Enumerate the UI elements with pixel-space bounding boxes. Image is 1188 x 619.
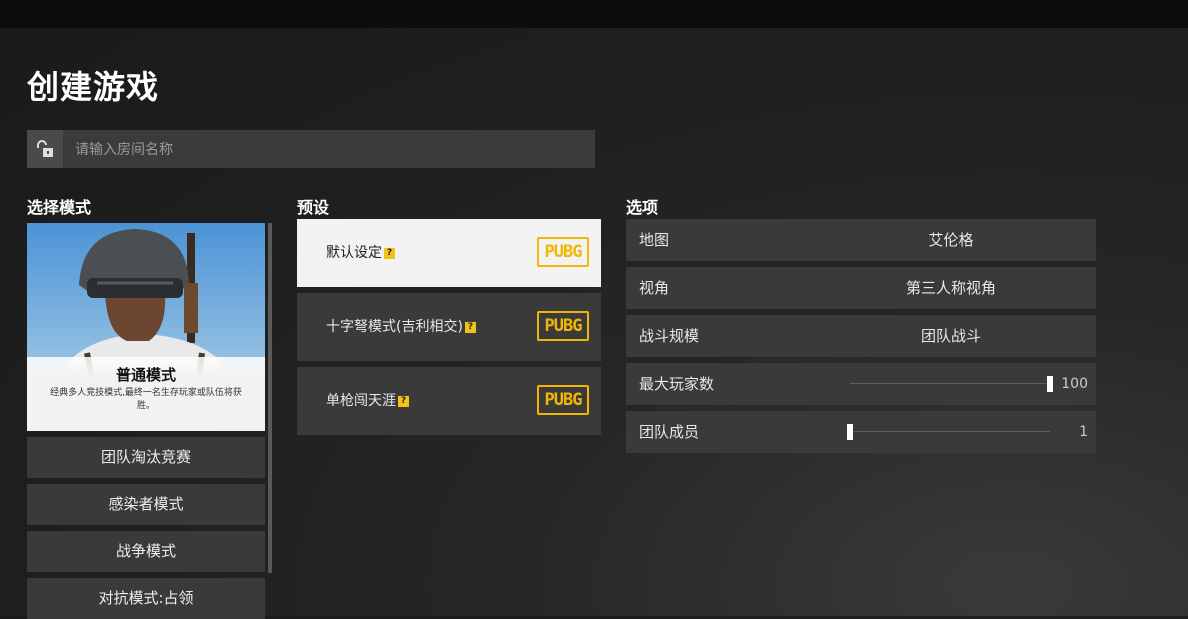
- question-icon[interactable]: ?: [464, 321, 476, 333]
- option-label: 最大玩家数: [639, 375, 715, 393]
- team-size-slider-thumb[interactable]: [847, 424, 853, 440]
- option-label: 地图: [639, 231, 670, 249]
- mode-item-war[interactable]: 战争模式: [27, 531, 265, 572]
- unlocked-lock-icon: [37, 140, 53, 157]
- preset-default[interactable]: 默认设定? PUBG: [297, 219, 601, 287]
- mode-list-scrollbar[interactable]: [268, 223, 272, 573]
- mode-section-title: 选择模式: [27, 198, 92, 217]
- preset-label: 十字弩模式(吉利相交): [326, 319, 463, 335]
- mode-card-description: 经典多人竞技模式,最终一名生存玩家或队伍将获胜。: [50, 388, 242, 411]
- max-players-slider-track[interactable]: [850, 383, 1050, 384]
- mode-card-name: 普通模式: [115, 366, 176, 384]
- page-title: 创建游戏: [27, 68, 160, 106]
- room-name-input[interactable]: [73, 130, 577, 170]
- mode-card-classic[interactable]: 普通模式 经典多人竞技模式,最终一名生存玩家或队伍将获胜。: [27, 223, 265, 431]
- option-max-players: 最大玩家数 100: [626, 363, 1096, 405]
- option-team-size: 团队成员 1: [626, 411, 1096, 453]
- question-icon[interactable]: ?: [398, 395, 409, 407]
- pubg-logo: PUBG: [537, 237, 589, 267]
- preset-crossbow[interactable]: 十字弩模式(吉利相交)? PUBG: [297, 293, 601, 361]
- option-value: 第三人称视角: [905, 279, 996, 297]
- mode-item-infection[interactable]: 感染者模式: [27, 484, 265, 525]
- max-players-value: 100: [1061, 376, 1088, 392]
- option-perspective[interactable]: 视角 第三人称视角: [626, 267, 1096, 309]
- pubg-logo: PUBG: [537, 385, 589, 415]
- option-value: 艾伦格: [928, 231, 974, 249]
- option-label: 视角: [639, 279, 670, 297]
- preset-label: 单枪闯天涯: [326, 393, 396, 409]
- preset-label: 默认设定: [326, 245, 382, 261]
- team-size-value: 1: [1079, 424, 1088, 440]
- preset-lone-gun[interactable]: 单枪闯天涯? PUBG: [297, 367, 601, 435]
- option-map[interactable]: 地图 艾伦格: [626, 219, 1096, 261]
- room-name-field[interactable]: [27, 130, 595, 170]
- top-bar: [0, 0, 1188, 28]
- option-label: 团队成员: [639, 423, 700, 441]
- options-section-title: 选项: [626, 198, 659, 217]
- lock-toggle[interactable]: [27, 130, 63, 168]
- pubg-logo: PUBG: [537, 311, 589, 341]
- mode-item-conquest[interactable]: 对抗模式:占领: [27, 578, 265, 619]
- option-battle-scale[interactable]: 战斗规模 团队战斗: [626, 315, 1096, 357]
- option-value: 团队战斗: [920, 327, 981, 345]
- question-icon[interactable]: ?: [384, 247, 395, 259]
- max-players-slider-thumb[interactable]: [1047, 376, 1053, 392]
- option-label: 战斗规模: [639, 327, 700, 345]
- team-size-slider-track[interactable]: [850, 431, 1050, 432]
- preset-section-title: 预设: [297, 198, 330, 217]
- mode-item-team-deathmatch[interactable]: 团队淘汰竞赛: [27, 437, 265, 478]
